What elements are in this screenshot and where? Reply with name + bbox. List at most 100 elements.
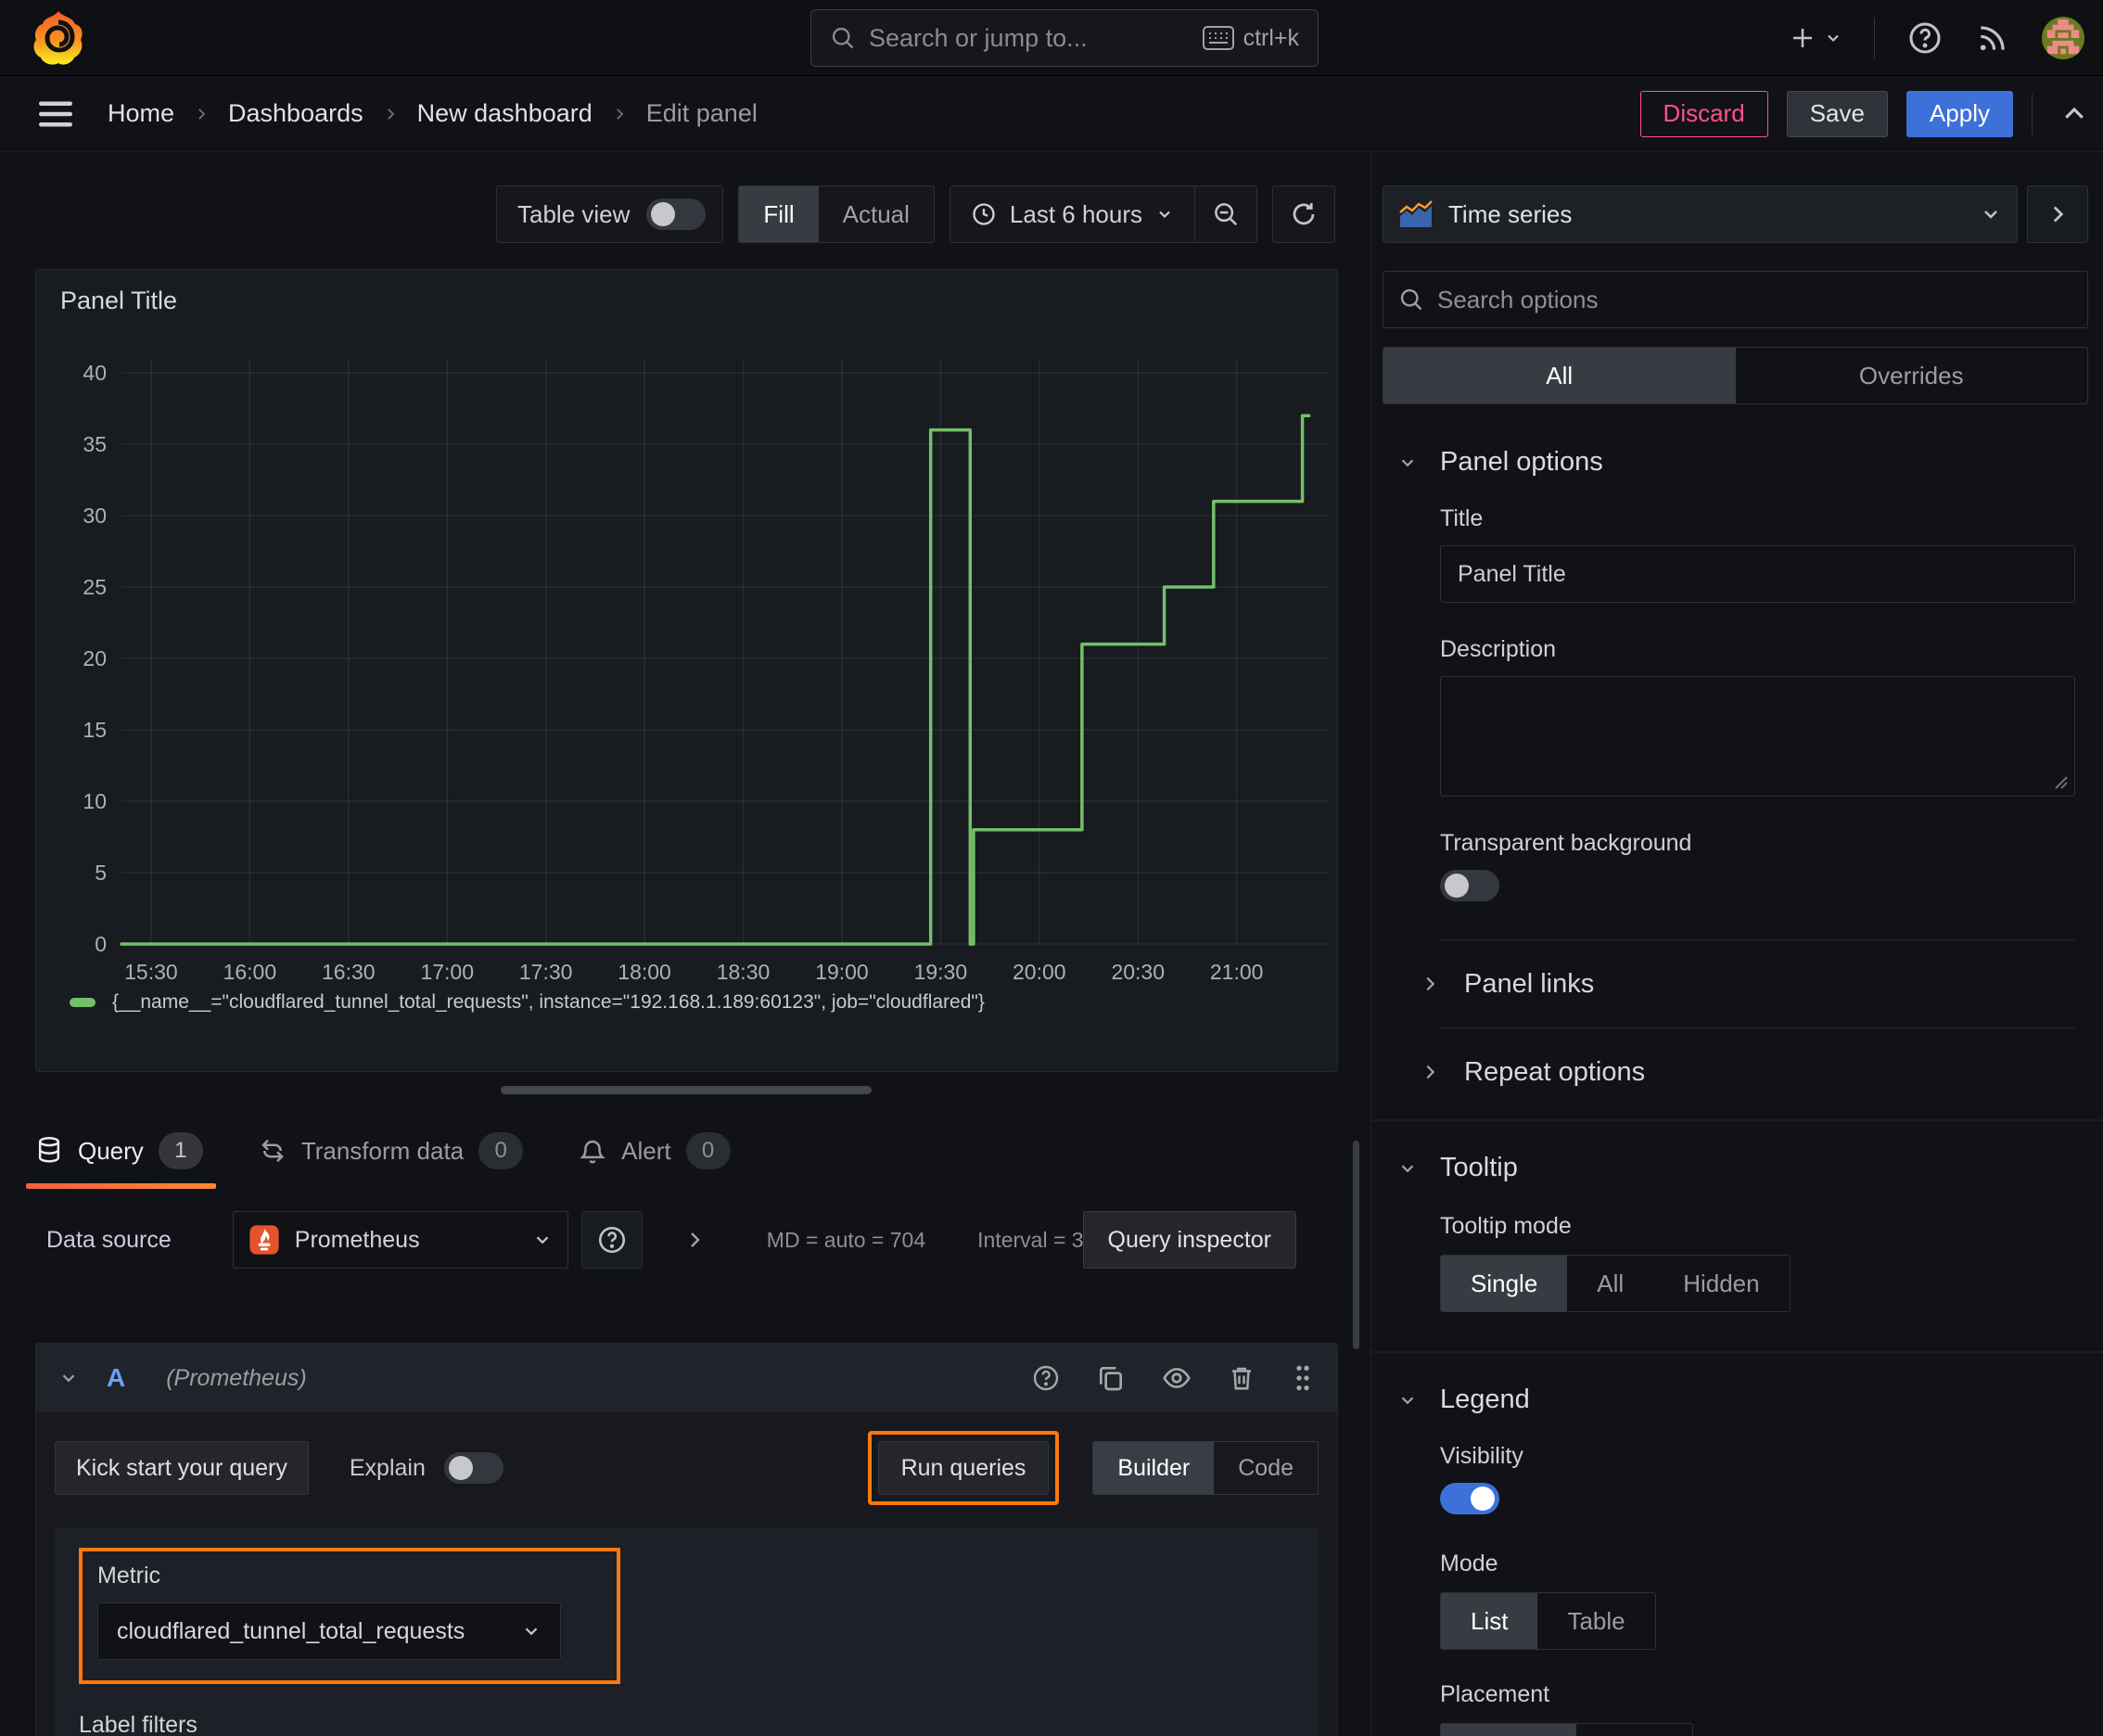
add-new-button[interactable] bbox=[1789, 24, 1842, 52]
collapse-header-button[interactable] bbox=[2060, 100, 2088, 128]
apply-button[interactable]: Apply bbox=[1905, 90, 2013, 137]
legend-list-option[interactable]: List bbox=[1441, 1593, 1538, 1649]
tooltip-header[interactable]: Tooltip bbox=[1397, 1153, 2103, 1183]
chevron-up-icon bbox=[2065, 107, 2084, 119]
news-button[interactable] bbox=[1975, 20, 2010, 56]
query-inspector-button[interactable]: Query inspector bbox=[1082, 1211, 1296, 1269]
tab-transform-data[interactable]: Transform data 0 bbox=[259, 1113, 524, 1189]
table-view-group: Table view bbox=[496, 185, 724, 243]
horizontal-resize-handle[interactable] bbox=[501, 1086, 872, 1094]
panel-preview-card: Panel Title 0 5 10 15 20 25 30 35 40 15:30 16:00 16… bbox=[35, 269, 1338, 1072]
code-option[interactable]: Code bbox=[1214, 1442, 1318, 1494]
chart-legend[interactable]: {__name__="cloudflared_tunnel_total_requ… bbox=[70, 991, 985, 1014]
panel-options-header[interactable]: Panel options bbox=[1397, 447, 2103, 478]
repeat-options-section[interactable]: Repeat options bbox=[1420, 1028, 2103, 1116]
prometheus-icon bbox=[249, 1225, 279, 1255]
tab-alert[interactable]: Alert 0 bbox=[579, 1113, 731, 1189]
query-row-header[interactable]: A (Prometheus) bbox=[36, 1344, 1337, 1412]
query-row-actions bbox=[1031, 1363, 1315, 1393]
left-pane-scrollbar[interactable] bbox=[1353, 1141, 1359, 1349]
help-button[interactable] bbox=[1906, 19, 1944, 57]
chevron-right-icon bbox=[1426, 976, 1435, 991]
query-options-expander[interactable] bbox=[683, 1229, 706, 1251]
datasource-picker[interactable]: Prometheus bbox=[232, 1211, 568, 1269]
description-textarea[interactable] bbox=[1440, 676, 2075, 797]
transparent-bg-toggle[interactable] bbox=[1440, 870, 1499, 901]
discard-button[interactable]: Discard bbox=[1639, 90, 1768, 137]
panel-title-input[interactable] bbox=[1440, 545, 2075, 603]
user-avatar[interactable] bbox=[2042, 17, 2084, 59]
top-nav-right bbox=[1789, 0, 2084, 76]
svg-text:17:00: 17:00 bbox=[420, 960, 474, 984]
legend-header[interactable]: Legend bbox=[1397, 1385, 2103, 1415]
eye-icon[interactable] bbox=[1161, 1363, 1192, 1393]
breadcrumb-home[interactable]: Home bbox=[108, 99, 174, 128]
placement-right-option[interactable]: Right bbox=[1576, 1724, 1692, 1736]
tab-alert-badge: 0 bbox=[685, 1132, 731, 1169]
grafana-logo-icon[interactable] bbox=[32, 9, 85, 67]
datasource-row: Data source Prometheus MD = auto = 704 I… bbox=[35, 1211, 1338, 1269]
tooltip-hidden-option[interactable]: Hidden bbox=[1653, 1256, 1789, 1311]
metric-highlight: Metric cloudflared_tunnel_total_requests bbox=[79, 1548, 620, 1684]
kick-start-button[interactable]: Kick start your query bbox=[55, 1441, 309, 1495]
shortcut-text: ctrl+k bbox=[1243, 24, 1299, 51]
transparent-bg-label: Transparent background bbox=[1440, 830, 1692, 856]
legend-visibility-toggle[interactable] bbox=[1440, 1483, 1499, 1514]
actual-option[interactable]: Actual bbox=[819, 186, 934, 242]
options-filter-tabs: All Overrides bbox=[1383, 347, 2088, 404]
legend-series-label[interactable]: {__name__="cloudflared_tunnel_total_requ… bbox=[112, 991, 985, 1014]
title-field-label: Title bbox=[1440, 505, 1484, 531]
run-queries-button[interactable]: Run queries bbox=[877, 1441, 1050, 1495]
table-view-label: Table view bbox=[517, 199, 631, 228]
builder-option[interactable]: Builder bbox=[1093, 1442, 1215, 1494]
question-circle-icon bbox=[1909, 22, 1941, 54]
metric-select[interactable]: cloudflared_tunnel_total_requests bbox=[97, 1602, 561, 1660]
breadcrumb-dashboards[interactable]: Dashboards bbox=[228, 99, 363, 128]
collapse-pane-button[interactable] bbox=[2027, 185, 2088, 243]
hamburger-icon bbox=[39, 101, 72, 126]
time-range-group: Last 6 hours bbox=[949, 185, 1257, 243]
database-icon bbox=[38, 1136, 60, 1163]
timeseries-chart[interactable]: 0 5 10 15 20 25 30 35 40 15:30 16:00 16:30 17:00 17:3… bbox=[36, 335, 1339, 984]
search-icon bbox=[1400, 288, 1422, 311]
menu-toggle-button[interactable] bbox=[39, 100, 72, 128]
panel-view-toolbar: Table view Fill Actual Last 6 hours bbox=[0, 185, 1341, 243]
duplicate-icon[interactable] bbox=[1096, 1363, 1126, 1393]
legend-placement-group: Bottom Right bbox=[1440, 1723, 1694, 1736]
fill-option[interactable]: Fill bbox=[739, 186, 819, 242]
panel-links-label: Panel links bbox=[1464, 968, 1595, 999]
rss-icon bbox=[1980, 26, 2005, 51]
save-button[interactable]: Save bbox=[1786, 90, 1888, 137]
time-range-picker[interactable]: Last 6 hours bbox=[950, 200, 1194, 229]
panel-links-section[interactable]: Panel links bbox=[1420, 940, 2103, 1028]
visualization-picker[interactable]: Time series bbox=[1383, 185, 2018, 243]
refresh-button[interactable] bbox=[1273, 186, 1334, 242]
chevron-right-icon bbox=[387, 108, 394, 120]
global-search[interactable]: Search or jump to... ctrl+k bbox=[810, 9, 1319, 67]
repeat-options-label: Repeat options bbox=[1464, 1056, 1646, 1087]
tooltip-single-option[interactable]: Single bbox=[1441, 1256, 1568, 1311]
explain-toggle[interactable] bbox=[443, 1452, 503, 1484]
options-tab-overrides[interactable]: Overrides bbox=[1736, 348, 2088, 403]
svg-text:16:00: 16:00 bbox=[223, 960, 277, 984]
placement-bottom-option[interactable]: Bottom bbox=[1441, 1724, 1577, 1736]
table-view-toggle[interactable] bbox=[646, 198, 707, 230]
legend-table-option[interactable]: Table bbox=[1537, 1593, 1654, 1649]
options-search[interactable]: Search options bbox=[1383, 271, 2088, 328]
trash-icon[interactable] bbox=[1228, 1363, 1255, 1393]
options-tab-all[interactable]: All bbox=[1383, 348, 1736, 403]
toggle-knob bbox=[448, 1456, 473, 1480]
datasource-help-button[interactable] bbox=[580, 1211, 643, 1269]
drag-handle-icon[interactable] bbox=[1291, 1363, 1315, 1393]
tooltip-all-option[interactable]: All bbox=[1567, 1256, 1653, 1311]
keyboard-icon bbox=[1202, 26, 1234, 50]
avatar-image bbox=[2042, 17, 2084, 59]
metric-value: cloudflared_tunnel_total_requests bbox=[117, 1617, 465, 1644]
breadcrumb-new-dashboard[interactable]: New dashboard bbox=[417, 99, 593, 128]
svg-text:20:00: 20:00 bbox=[1013, 960, 1066, 984]
query-options-summary[interactable]: MD = auto = 704 Interval = 30s bbox=[767, 1228, 1106, 1253]
question-circle-icon[interactable] bbox=[1031, 1363, 1061, 1393]
zoom-out-button[interactable] bbox=[1195, 186, 1256, 242]
tab-query[interactable]: Query 1 bbox=[26, 1113, 216, 1189]
resize-grip-icon[interactable] bbox=[2052, 773, 2069, 790]
